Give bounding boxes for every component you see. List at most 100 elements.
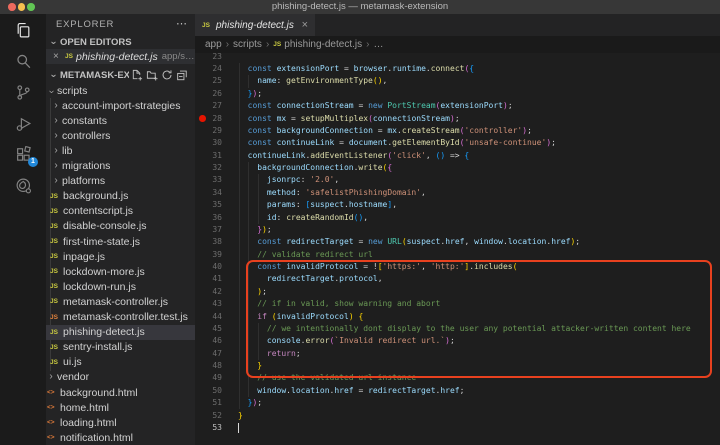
code-line-31[interactable]: continueLink.addEventListener('click', (… [238, 150, 469, 162]
code-line-35[interactable]: params: [suspect.hostname], [238, 199, 397, 211]
tab-phishing-detect[interactable]: JS phishing-detect.js × [195, 14, 315, 36]
breakpoint-indicator[interactable] [199, 115, 206, 122]
code-area[interactable]: 2324 const extensionPort = browser.runti… [195, 53, 720, 445]
code-line-40[interactable]: const invalidProtocol = !['https:', 'htt… [238, 261, 517, 273]
extensions-icon[interactable]: 1 [0, 139, 46, 170]
tree-item-metamask-controller.js[interactable]: JSmetamask-controller.js [46, 294, 195, 309]
line-number-36[interactable]: 36 [195, 212, 222, 224]
close-icon[interactable]: × [53, 49, 62, 64]
line-number-32[interactable]: 32 [195, 162, 222, 174]
line-number-40[interactable]: 40 [195, 261, 222, 273]
tree-item-account-import-strategies[interactable]: ›account-import-strategies [46, 98, 195, 113]
tree-item-lockdown-run.js[interactable]: JSlockdown-run.js [46, 279, 195, 294]
code-line-52[interactable]: } [238, 410, 243, 422]
code-line-27[interactable]: const connectionStream = new PortStream(… [238, 100, 513, 112]
more-actions-icon[interactable]: ⋯ [176, 17, 187, 30]
line-number-49[interactable]: 49 [195, 372, 222, 384]
line-number-39[interactable]: 39 [195, 249, 222, 261]
code-line-47[interactable]: return; [238, 348, 301, 360]
code-line-37[interactable]: }); [238, 224, 272, 236]
tree-item-contentscript.js[interactable]: JScontentscript.js [46, 204, 195, 219]
line-number-41[interactable]: 41 [195, 273, 222, 285]
collapse-all-icon[interactable] [176, 69, 189, 82]
code-line-50[interactable]: window.location.href = redirectTarget.hr… [238, 385, 464, 397]
code-line-42[interactable]: ); [238, 286, 267, 298]
line-number-26[interactable]: 26 [195, 88, 222, 100]
line-number-34[interactable]: 34 [195, 187, 222, 199]
line-number-24[interactable]: 24 [195, 63, 222, 75]
line-number-42[interactable]: 42 [195, 286, 222, 298]
line-number-43[interactable]: 43 [195, 298, 222, 310]
source-control-icon[interactable] [0, 77, 46, 108]
code-line-26[interactable]: }); [238, 88, 262, 100]
tree-item-background.html[interactable]: <>background.html [46, 385, 195, 400]
tree-item-platforms[interactable]: ›platforms [46, 174, 195, 189]
new-folder-icon[interactable] [146, 69, 159, 82]
run-debug-icon[interactable] [0, 108, 46, 139]
tree-item-controllers[interactable]: ›controllers [46, 128, 195, 143]
tree-item-vendor[interactable]: ›vendor [46, 370, 195, 385]
code-line-36[interactable]: id: createRandomId(), [238, 212, 368, 224]
breadcrumb-item[interactable]: scripts [233, 39, 262, 50]
refresh-icon[interactable] [161, 69, 174, 82]
explorer-icon[interactable] [0, 15, 46, 46]
plugin-icon[interactable] [0, 170, 46, 201]
search-icon[interactable] [0, 46, 46, 77]
tree-item-lib[interactable]: ›lib [46, 143, 195, 158]
code-line-30[interactable]: const continueLink = document.getElement… [238, 137, 556, 149]
line-number-27[interactable]: 27 [195, 100, 222, 112]
breadcrumb-item[interactable]: … [373, 39, 383, 50]
tab-close-icon[interactable]: × [302, 19, 308, 31]
new-file-icon[interactable] [131, 69, 144, 82]
tree-item-migrations[interactable]: ›migrations [46, 159, 195, 174]
open-editor-item[interactable]: × JS phishing-detect.js app/scri… [46, 49, 195, 64]
open-editors-header[interactable]: › OPEN EDITORS [46, 34, 195, 50]
code-line-39[interactable]: // validate redirect url [238, 249, 373, 261]
tree-item-ui.js[interactable]: JSui.js [46, 355, 195, 370]
code-line-28[interactable]: const mx = setupMultiplex(connectionStre… [238, 113, 460, 125]
tree-item-notification.html[interactable]: <>notification.html [46, 430, 195, 445]
code-line-38[interactable]: const redirectTarget = new URL(suspect.h… [238, 236, 580, 248]
tree-item-inpage.js[interactable]: JSinpage.js [46, 249, 195, 264]
line-number-52[interactable]: 52 [195, 410, 222, 422]
code-line-43[interactable]: // if in valid, show warning and abort [238, 298, 440, 310]
line-number-44[interactable]: 44 [195, 311, 222, 323]
code-line-46[interactable]: console.error(`Invalid redirect url.`); [238, 335, 455, 347]
line-number-33[interactable]: 33 [195, 174, 222, 186]
code-line-32[interactable]: backgroundConnection.write({ [238, 162, 392, 174]
tree-item-home.html[interactable]: <>home.html [46, 400, 195, 415]
code-line-44[interactable]: if (invalidProtocol) { [238, 311, 363, 323]
breadcrumb-item[interactable]: app [205, 39, 222, 50]
tree-item-loading.html[interactable]: <>loading.html [46, 415, 195, 430]
code-line-51[interactable]: }); [238, 397, 262, 409]
tree-item-lockdown-more.js[interactable]: JSlockdown-more.js [46, 264, 195, 279]
tree-item-disable-console.js[interactable]: JSdisable-console.js [46, 219, 195, 234]
line-number-38[interactable]: 38 [195, 236, 222, 248]
line-number-46[interactable]: 46 [195, 335, 222, 347]
code-line-24[interactable]: const extensionPort = browser.runtime.co… [238, 63, 474, 75]
breadcrumb-item[interactable]: phishing-detect.js [284, 39, 362, 50]
line-number-25[interactable]: 25 [195, 75, 222, 87]
tree-item-scripts[interactable]: ›scripts [46, 83, 195, 98]
tree-item-metamask-controller.test.js[interactable]: JSmetamask-controller.test.js [46, 310, 195, 325]
line-number-35[interactable]: 35 [195, 199, 222, 211]
code-line-34[interactable]: method: 'safelistPhishingDomain', [238, 187, 426, 199]
tree-item-phishing-detect.js[interactable]: JSphishing-detect.js [46, 325, 195, 340]
line-number-45[interactable]: 45 [195, 323, 222, 335]
code-line-29[interactable]: const backgroundConnection = mx.createSt… [238, 125, 532, 137]
code-line-41[interactable]: redirectTarget.protocol, [238, 273, 383, 285]
tree-item-background.js[interactable]: JSbackground.js [46, 189, 195, 204]
tree-item-first-time-state.js[interactable]: JSfirst-time-state.js [46, 234, 195, 249]
tree-item-constants[interactable]: ›constants [46, 113, 195, 128]
line-number-51[interactable]: 51 [195, 397, 222, 409]
line-number-31[interactable]: 31 [195, 150, 222, 162]
line-number-48[interactable]: 48 [195, 360, 222, 372]
tree-item-sentry-install.js[interactable]: JSsentry-install.js [46, 340, 195, 355]
code-line-25[interactable]: name: getEnvironmentType(), [238, 75, 387, 87]
line-number-30[interactable]: 30 [195, 137, 222, 149]
code-line-45[interactable]: // we intentionally dont display to the … [238, 323, 691, 335]
line-number-53[interactable]: 53 [195, 422, 222, 434]
code-line-33[interactable]: jsonrpc: '2.0', [238, 174, 339, 186]
line-number-50[interactable]: 50 [195, 385, 222, 397]
line-number-47[interactable]: 47 [195, 348, 222, 360]
